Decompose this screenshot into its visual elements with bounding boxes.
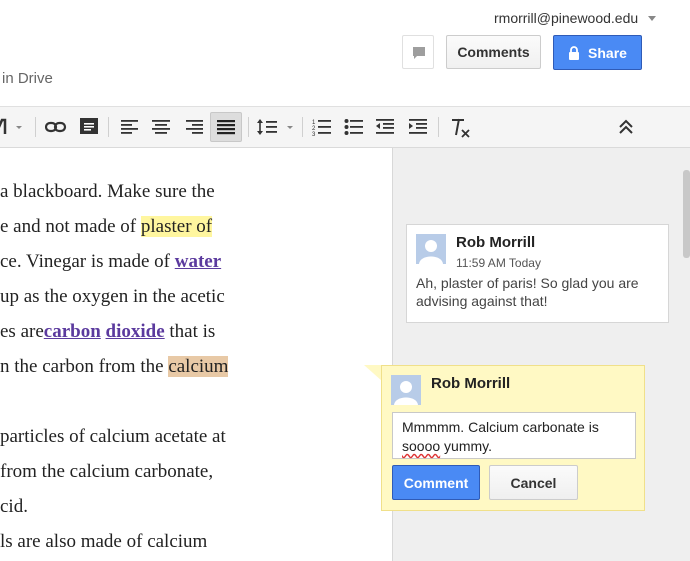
toolbar-separator — [108, 117, 109, 137]
svg-text:3: 3 — [312, 132, 316, 137]
comment-timestamp: 11:59 AM Today — [456, 256, 541, 270]
avatar — [416, 234, 446, 264]
person-icon — [419, 240, 443, 264]
comment-input[interactable]: Mmmmm. Calcium carbonate is soooo yummy. — [392, 412, 636, 459]
increase-indent-icon[interactable] — [408, 117, 428, 137]
misspelled-word[interactable]: soooo — [402, 438, 440, 454]
chat-icon — [413, 47, 425, 59]
avatar — [391, 375, 421, 405]
align-justify-button[interactable] — [210, 112, 242, 142]
document-line[interactable]: from the calcium carbonate, — [0, 460, 271, 484]
text-run: n the carbon from the — [0, 356, 169, 377]
saved-in-drive-status[interactable]: in Drive — [2, 70, 53, 87]
toolbar-separator — [35, 117, 36, 137]
text-run: ce. Vinegar is made of — [0, 251, 175, 272]
comment-input-text: Mmmmm. Calcium carbonate is — [402, 419, 599, 435]
text-color-icon[interactable] — [0, 117, 22, 137]
insert-comment-icon[interactable] — [79, 117, 99, 137]
comment-submit-button[interactable]: Comment — [392, 465, 480, 500]
document-line[interactable]: a blackboard. Make sure the — [0, 180, 271, 204]
document-scrollbar[interactable] — [683, 170, 690, 258]
collapse-toolbar-icon[interactable] — [616, 117, 636, 137]
comment-input-text-end: yummy. — [440, 438, 493, 454]
comments-button[interactable]: Comments — [446, 35, 541, 69]
share-button[interactable]: Share — [553, 35, 642, 70]
link-icon[interactable] — [44, 117, 67, 137]
document-line[interactable]: up as the oxygen in the acetic — [0, 285, 271, 309]
align-center-icon[interactable] — [151, 117, 171, 137]
document-line[interactable]: es arecarbon dioxide that is — [0, 320, 271, 344]
chat-button[interactable] — [402, 35, 434, 69]
toolbar-separator — [438, 117, 439, 137]
document-line[interactable]: ce. Vinegar is made of water — [0, 250, 271, 274]
document-line[interactable]: e and not made of plaster of — [0, 215, 271, 239]
toolbar-separator — [302, 117, 303, 137]
share-label: Share — [588, 44, 627, 61]
comment-author: Rob Morrill — [431, 375, 511, 392]
align-right-icon[interactable] — [184, 117, 204, 137]
bulleted-list-icon[interactable] — [344, 117, 364, 137]
comment-author: Rob Morrill — [456, 234, 536, 251]
clear-formatting-icon[interactable] — [450, 117, 470, 138]
comment-card[interactable]: Rob Morrill 11:59 AM Today Ah, plaster o… — [406, 224, 669, 323]
comment-pointer — [364, 365, 382, 381]
numbered-list-icon[interactable]: 123 — [312, 117, 332, 138]
line-spacing-icon[interactable] — [256, 117, 293, 137]
person-icon — [394, 381, 418, 405]
account-dropdown-icon[interactable] — [648, 16, 656, 21]
text-run: es are — [0, 321, 44, 342]
text-link[interactable]: water — [175, 251, 221, 272]
formatting-toolbar: 123 — [0, 106, 690, 148]
toolbar-separator — [248, 117, 249, 137]
comment-text: Ah, plaster of paris! So glad you are ad… — [416, 275, 639, 309]
commented-text: plaster of — [140, 216, 213, 237]
document-line[interactable]: n the carbon from the calcium — [0, 355, 271, 379]
text-run: up as the oxygen in the acetic — [0, 286, 225, 307]
active-commented-text: calcium — [168, 356, 229, 377]
lock-icon — [569, 45, 580, 60]
text-run: ls are also made of calcium — [0, 531, 208, 552]
align-justify-icon — [217, 120, 235, 135]
text-run: e and not made of — [0, 216, 141, 237]
text-run: cid. — [0, 496, 28, 517]
user-email[interactable]: rmorrill@pinewood.edu — [494, 10, 638, 26]
comment-cancel-button[interactable]: Cancel — [489, 465, 578, 500]
text-link[interactable]: dioxide — [106, 321, 165, 342]
align-left-icon[interactable] — [120, 117, 140, 137]
text-run: a blackboard. Make sure the — [0, 181, 215, 202]
document-line[interactable]: cid. — [0, 495, 271, 519]
text-link[interactable]: carbon — [44, 321, 101, 342]
text-run: particles of calcium acetate at — [0, 426, 226, 447]
text-run: from the calcium carbonate, — [0, 461, 214, 482]
text-run: that is — [164, 321, 216, 342]
decrease-indent-icon[interactable] — [375, 117, 395, 137]
document-line[interactable]: ls are also made of calcium — [0, 530, 271, 554]
document-line[interactable]: particles of calcium acetate at — [0, 425, 271, 449]
